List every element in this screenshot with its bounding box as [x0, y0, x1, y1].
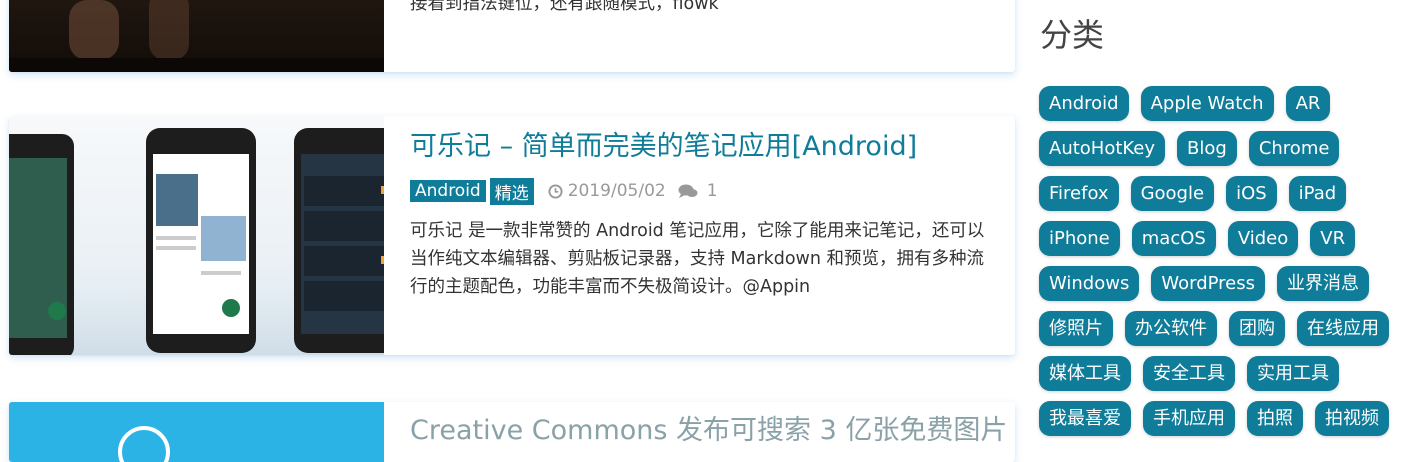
comments-icon — [678, 184, 698, 198]
category-tag[interactable]: 手机应用 — [1143, 401, 1235, 436]
category-tag[interactable]: Chrome — [1248, 131, 1340, 166]
post-card: 接看到指法键位，还有跟随模式，flowk — [9, 0, 1015, 72]
category-tag[interactable]: Firefox — [1039, 176, 1119, 211]
clock-icon — [548, 183, 563, 199]
category-tag[interactable]: 修照片 — [1039, 311, 1113, 346]
category-tag-cloud: Android Apple Watch AR AutoHotKey Blog Chrome… — [1039, 86, 1414, 446]
category-tag[interactable]: Video — [1227, 221, 1299, 256]
category-tag[interactable]: VR — [1310, 221, 1356, 256]
sidebar-categories-title: 分类 — [1040, 16, 1105, 54]
post-excerpt: 可乐记 是一款非常赞的 Android 笔记应用，它除了能用来记笔记，还可以当作… — [410, 221, 985, 297]
post-thumbnail-cc[interactable] — [9, 402, 384, 462]
post-meta: Android 精选 2019/05/02 1 — [410, 177, 1001, 205]
post-tag-android[interactable]: Android — [410, 180, 486, 202]
post-title-link[interactable]: 可乐记 – 简单而完美的笔记应用[Android] — [410, 124, 1001, 163]
post-tag-featured[interactable]: 精选 — [489, 177, 534, 205]
category-tag[interactable]: 实用工具 — [1247, 356, 1339, 391]
category-tag[interactable]: iPhone — [1039, 221, 1120, 256]
category-tag[interactable]: 拍照 — [1247, 401, 1303, 436]
category-tag[interactable]: 媒体工具 — [1039, 356, 1131, 391]
post-comments[interactable]: 1 — [678, 181, 718, 201]
piano-hands-image — [9, 0, 384, 72]
category-tag[interactable]: iOS — [1226, 176, 1277, 211]
post-excerpt: 接看到指法键位，还有跟随模式，flowk — [410, 0, 719, 14]
category-tag[interactable]: iPad — [1288, 176, 1347, 211]
post-card: 可乐记 – 简单而完美的笔记应用[Android] Android 精选 201… — [9, 116, 1015, 355]
post-thumbnail-kelejie[interactable] — [9, 116, 384, 355]
category-tag[interactable]: Google — [1130, 176, 1215, 211]
category-tag[interactable]: 团购 — [1229, 311, 1285, 346]
category-tag[interactable]: Apple Watch — [1140, 86, 1274, 121]
post-date: 2019/05/02 — [548, 181, 666, 201]
category-tag[interactable]: Blog — [1177, 131, 1237, 166]
category-tag[interactable]: 拍视频 — [1315, 401, 1389, 436]
category-tag[interactable]: 安全工具 — [1143, 356, 1235, 391]
category-tag[interactable]: Windows — [1039, 266, 1140, 301]
category-tag[interactable]: WordPress — [1151, 266, 1265, 301]
phones-screenshot-image — [9, 128, 384, 355]
category-tag[interactable]: AutoHotKey — [1039, 131, 1166, 166]
category-tag[interactable]: Android — [1039, 86, 1129, 121]
category-tag[interactable]: 办公软件 — [1125, 311, 1217, 346]
category-tag[interactable]: 在线应用 — [1297, 311, 1389, 346]
category-tag[interactable]: AR — [1285, 86, 1331, 121]
category-tag[interactable]: 业界消息 — [1277, 266, 1369, 301]
category-tag[interactable]: 我最喜爱 — [1039, 401, 1131, 436]
post-title-link[interactable]: Creative Commons 发布可搜索 3 亿张免费图片 — [410, 408, 1007, 447]
creative-commons-logo-image — [118, 426, 170, 462]
category-tag[interactable]: macOS — [1131, 221, 1216, 256]
post-card: Creative Commons 发布可搜索 3 亿张免费图片 — [9, 402, 1015, 462]
post-thumbnail-piano[interactable] — [9, 0, 384, 72]
